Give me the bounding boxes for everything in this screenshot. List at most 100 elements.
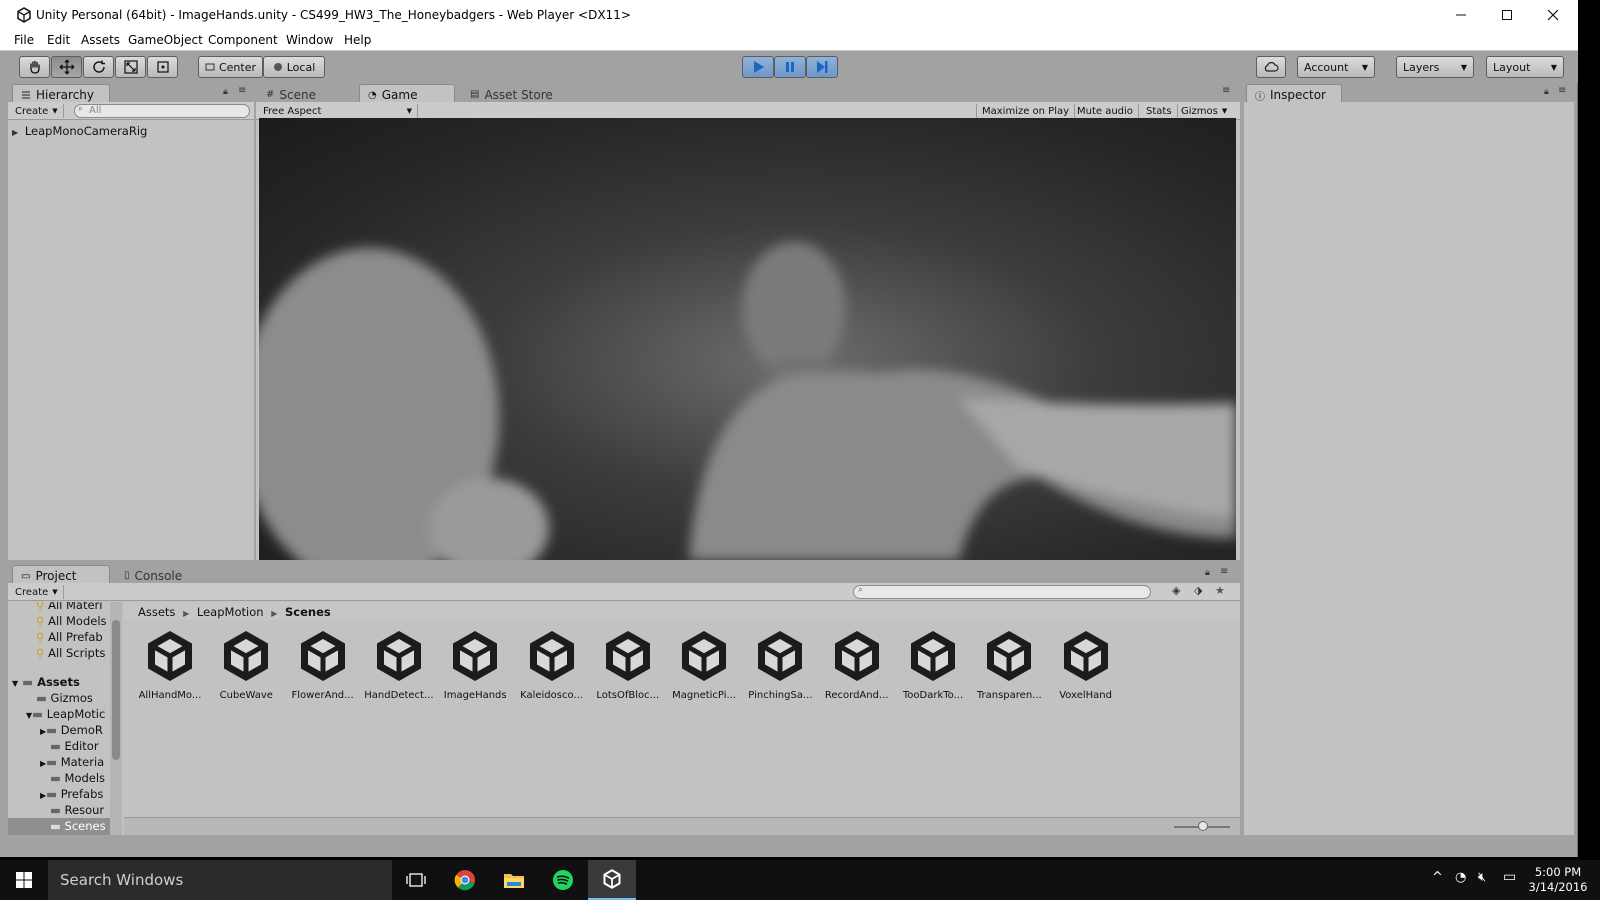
menu-window[interactable]: Window — [286, 33, 333, 47]
lock-icon[interactable]: 🔒︎ — [1544, 87, 1549, 97]
minimize-button[interactable] — [1438, 0, 1484, 30]
tab-project[interactable]: ▭ Project — [12, 565, 110, 583]
rect-tool-button[interactable] — [147, 56, 178, 78]
scale-tool-button[interactable] — [115, 56, 146, 78]
scene-asset-item[interactable]: Transparen... — [972, 628, 1046, 701]
breadcrumb-item[interactable]: LeapMotion — [197, 605, 264, 619]
favorite-item[interactable]: ⚲ All Scripts — [36, 646, 105, 660]
favorite-item[interactable]: ⚲ All Materi — [36, 602, 102, 612]
project-search-input[interactable] — [853, 585, 1151, 599]
tree-item[interactable]: ▬ Models — [50, 771, 105, 785]
clock[interactable]: 5:00 PM 3/14/2016 — [1524, 865, 1592, 895]
project-create-button[interactable]: Create ▼ — [10, 585, 64, 599]
hierarchy-item[interactable]: ▶ LeapMonoCameraRig — [12, 124, 147, 138]
lock-icon[interactable]: 🔒︎ — [1205, 568, 1210, 578]
scene-asset-item[interactable]: TooDarkTo... — [896, 628, 970, 701]
show-hidden-icons-chevron-icon[interactable]: ^ — [1432, 870, 1443, 885]
panel-menu-icon[interactable]: ≡ — [238, 85, 246, 96]
menu-help[interactable]: Help — [344, 33, 371, 47]
assets-root-item[interactable]: ▼ ▬ Assets — [12, 675, 80, 689]
expand-arrow-icon[interactable]: ▶ — [12, 128, 18, 137]
stats-toggle[interactable]: Stats — [1141, 104, 1178, 118]
favorite-star-icon[interactable]: ★ — [1215, 584, 1225, 597]
tree-item[interactable]: ▶▬ Prefabs — [40, 787, 103, 801]
volume-muted-icon[interactable]: 🔇︎ — [1478, 870, 1486, 885]
tab-hierarchy[interactable]: Hierarchy — [12, 84, 110, 102]
lock-icon[interactable]: 🔒︎ — [223, 87, 228, 97]
file-explorer-taskbar-button[interactable] — [490, 860, 538, 900]
favorite-item[interactable]: ⚲ All Models — [36, 614, 107, 628]
menu-component[interactable]: Component — [208, 33, 278, 47]
scene-asset-item[interactable]: FlowerAnd... — [286, 628, 360, 701]
mute-audio-toggle[interactable]: Mute audio — [1072, 104, 1139, 118]
maximize-button[interactable] — [1484, 0, 1530, 30]
tree-item[interactable]: ▶▬ Materia — [40, 755, 104, 769]
filter-by-type-icon[interactable]: ◈ — [1172, 584, 1180, 597]
scene-asset-item[interactable]: LotsOfBloc... — [591, 628, 665, 701]
tab-inspector[interactable]: ⓘ Inspector — [1246, 84, 1342, 103]
taskbar-search-input[interactable]: Search Windows — [48, 860, 392, 900]
maximize-on-play-toggle[interactable]: Maximize on Play — [976, 104, 1076, 118]
scrollbar-thumb[interactable] — [112, 620, 120, 760]
hierarchy-create-button[interactable]: Create ▼ — [10, 104, 64, 118]
move-tool-button[interactable] — [51, 56, 82, 78]
start-button[interactable] — [0, 860, 48, 900]
tab-console[interactable]: ▯ Console — [116, 565, 196, 583]
aspect-dropdown[interactable]: Free Aspect ▼ — [258, 104, 418, 118]
scene-asset-item[interactable]: RecordAnd... — [820, 628, 894, 701]
favorite-item[interactable]: ⚲ All Prefab — [36, 630, 103, 644]
menu-assets[interactable]: Assets — [81, 33, 120, 47]
scene-asset-item[interactable]: Kaleidosco... — [515, 628, 589, 701]
panel-menu-icon[interactable]: ≡ — [1558, 85, 1566, 96]
scene-asset-item[interactable]: HandDetect... — [362, 628, 436, 701]
play-button[interactable] — [742, 56, 774, 78]
breadcrumb-item[interactable]: Scenes — [285, 605, 331, 619]
pivot-center-button[interactable]: Center — [198, 56, 263, 78]
collab-cloud-button[interactable] — [1256, 56, 1286, 78]
task-view-button[interactable] — [392, 860, 440, 900]
menu-gameobject[interactable]: GameObject — [128, 33, 203, 47]
step-icon — [817, 61, 828, 73]
breadcrumb-item[interactable]: Assets — [138, 605, 175, 619]
chrome-taskbar-button[interactable] — [441, 860, 489, 900]
action-center-icon[interactable]: ▭ — [1503, 869, 1516, 885]
close-button[interactable] — [1530, 0, 1576, 30]
tab-asset-store[interactable]: ▤ Asset Store — [462, 84, 572, 102]
tree-item-selected[interactable]: ▬ Scenes — [50, 819, 106, 833]
unity-taskbar-button[interactable] — [588, 860, 636, 900]
scene-asset-item[interactable]: PinchingSa... — [743, 628, 817, 701]
filter-by-label-icon[interactable]: ⬗ — [1194, 584, 1202, 597]
scene-asset-item[interactable]: CubeWave — [209, 628, 283, 701]
scene-asset-item[interactable]: VoxelHand — [1049, 628, 1123, 701]
spotify-taskbar-button[interactable] — [539, 860, 587, 900]
layers-dropdown[interactable]: Layers ▼ — [1396, 56, 1474, 78]
tree-item[interactable]: ▬ Resour — [50, 803, 104, 817]
tab-scene[interactable]: # Scene — [258, 84, 350, 102]
slider-thumb[interactable] — [1198, 821, 1208, 831]
tree-scrollbar[interactable] — [110, 602, 122, 835]
scene-asset-item[interactable]: AllHandMo... — [133, 628, 207, 701]
tree-item[interactable]: ▶▬ DemoR — [40, 723, 103, 737]
panel-menu-icon[interactable]: ≡ — [1222, 85, 1230, 96]
scene-asset-item[interactable]: ImageHands — [438, 628, 512, 701]
tree-item[interactable]: ▼▬ LeapMotic — [26, 707, 105, 721]
gizmos-dropdown[interactable]: Gizmos ▼ — [1176, 104, 1232, 118]
hierarchy-search-input[interactable]: All — [74, 104, 250, 118]
rotate-tool-button[interactable] — [83, 56, 114, 78]
layout-dropdown[interactable]: Layout ▼ — [1486, 56, 1564, 78]
tree-item[interactable]: ▬ Gizmos — [36, 691, 93, 705]
hand-tool-button[interactable] — [19, 56, 50, 78]
tab-game[interactable]: ◔ Game — [359, 84, 455, 102]
space-local-button[interactable]: Local — [263, 56, 325, 78]
panel-menu-icon[interactable]: ≡ — [1220, 566, 1228, 577]
tree-item[interactable]: ▬ Editor — [50, 739, 99, 753]
tree-item-label: Resour — [64, 803, 105, 817]
menu-edit[interactable]: Edit — [47, 33, 70, 47]
game-view-camera-feed[interactable] — [259, 118, 1236, 560]
scene-asset-item[interactable]: MagneticPi... — [667, 628, 741, 701]
wifi-icon[interactable]: ◔ — [1455, 870, 1466, 885]
step-button[interactable] — [806, 56, 838, 78]
account-dropdown[interactable]: Account ▼ — [1297, 56, 1375, 78]
menu-file[interactable]: File — [14, 33, 34, 47]
pause-button[interactable] — [774, 56, 806, 78]
